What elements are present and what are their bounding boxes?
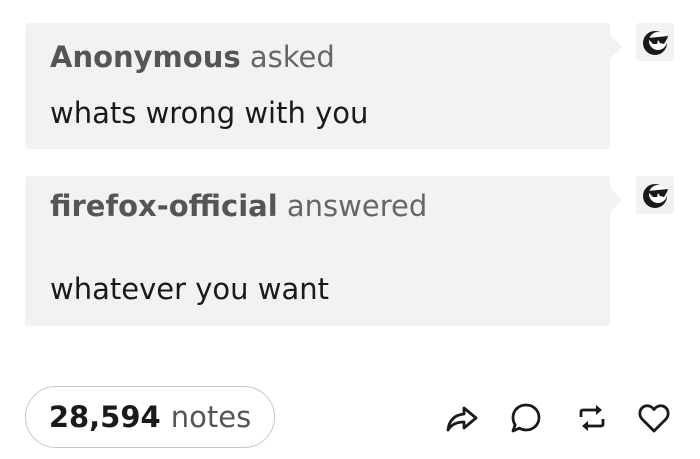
- answer-bubble: firefox-official answered whatever you w…: [25, 176, 622, 326]
- notes-label: notes: [170, 400, 252, 434]
- sunglasses-avatar-icon: [643, 31, 668, 55]
- answer-text: whatever you want: [50, 272, 329, 306]
- ask-verb: asked: [249, 40, 335, 74]
- sunglasses-avatar-icon: [643, 184, 668, 208]
- answer-header: firefox-official answered: [50, 188, 427, 224]
- reblog-icon[interactable]: [574, 400, 610, 436]
- ask-header: Anonymous asked: [50, 39, 335, 75]
- notes-count: 28,594: [48, 400, 161, 434]
- reply-icon[interactable]: [508, 400, 544, 436]
- answerer-name[interactable]: firefox-official: [50, 189, 278, 223]
- ask-bubble: Anonymous asked whats wrong with you: [25, 23, 622, 149]
- heart-icon[interactable]: [636, 400, 672, 436]
- answer-verb: answered: [286, 189, 428, 223]
- notes-button[interactable]: 28,594 notes: [25, 386, 275, 448]
- answerer-avatar[interactable]: [636, 176, 674, 214]
- share-icon[interactable]: [444, 400, 480, 436]
- question-text: whats wrong with you: [50, 96, 369, 130]
- asker-avatar[interactable]: [636, 23, 674, 61]
- asker-name[interactable]: Anonymous: [50, 40, 241, 74]
